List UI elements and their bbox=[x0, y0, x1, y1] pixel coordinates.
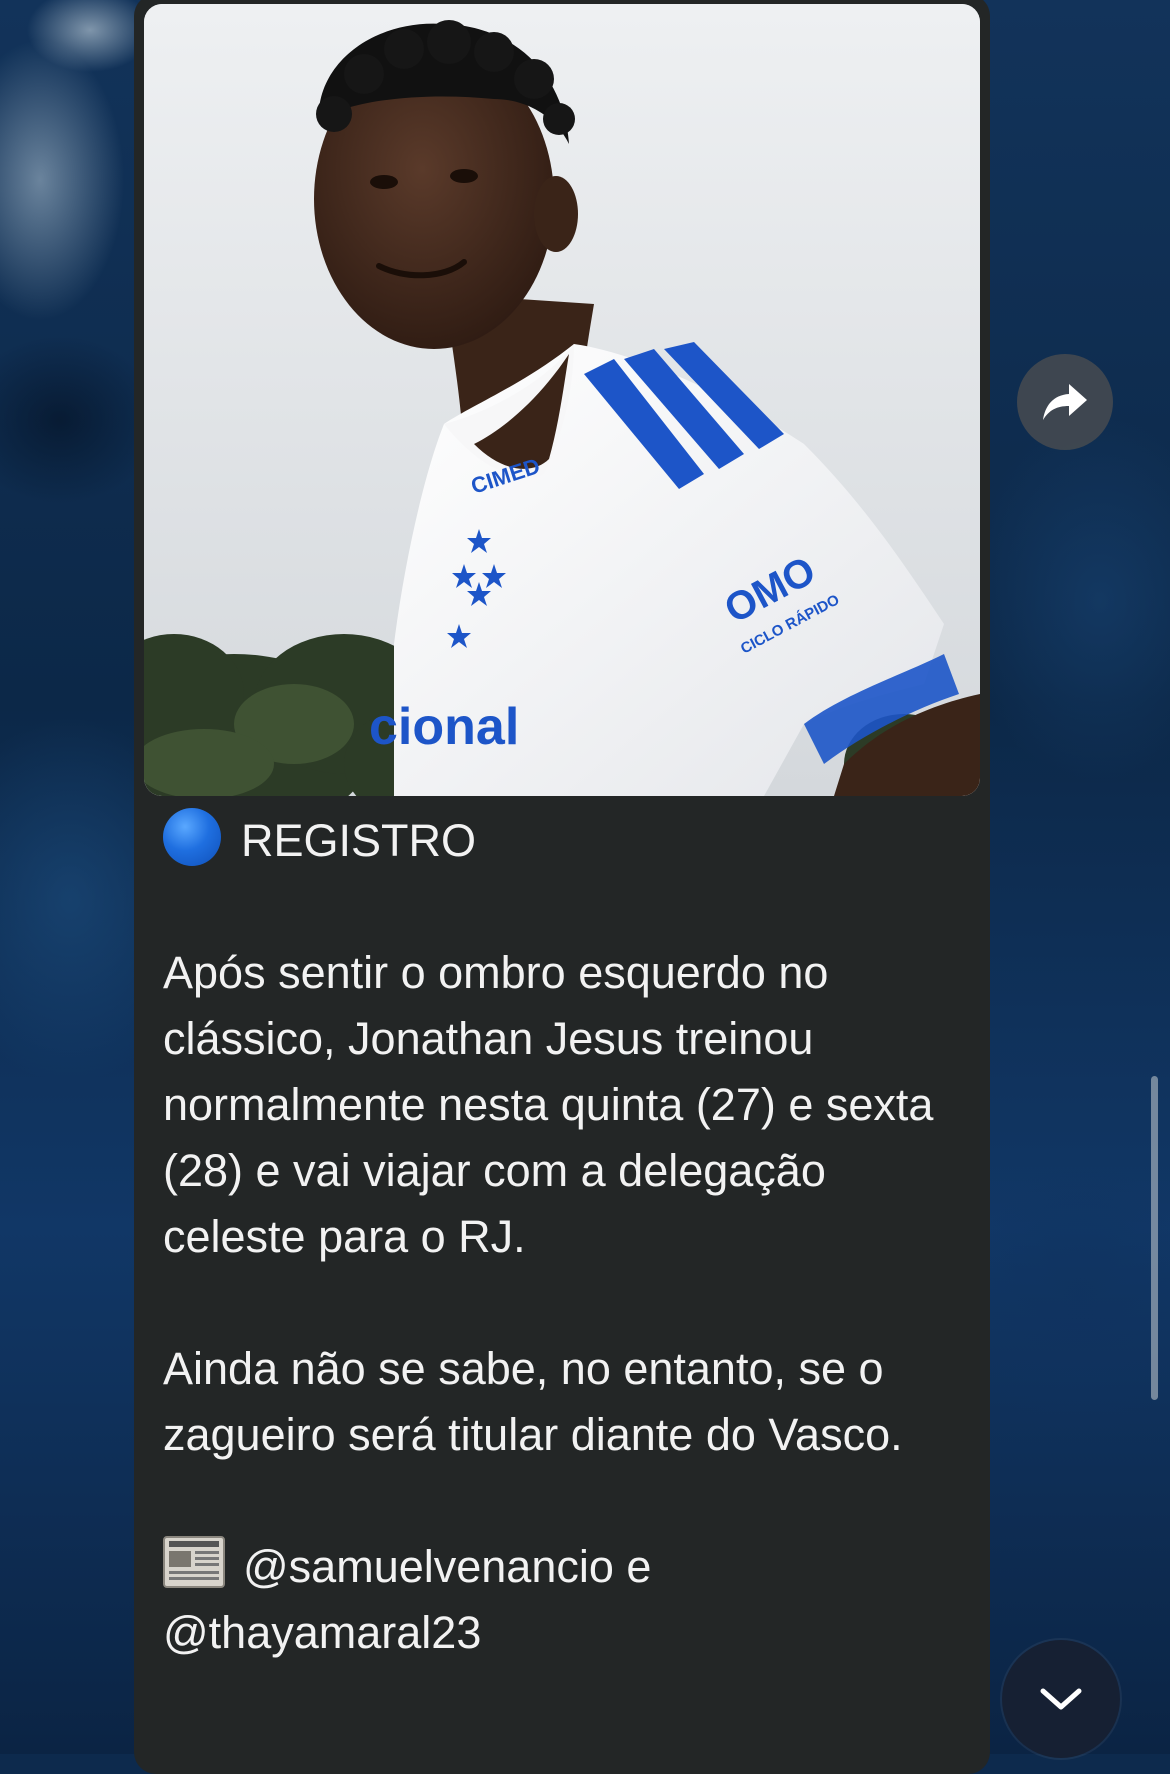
share-arrow-icon bbox=[1043, 384, 1087, 420]
message-caption: REGISTRO Após sentir o ombro esquerdo no… bbox=[163, 808, 963, 1666]
message-photo[interactable]: CIMED cional OMO CICLO RÁPIDO bbox=[144, 4, 980, 796]
message-bubble[interactable]: CIMED cional OMO CICLO RÁPIDO REGISTRO A… bbox=[134, 0, 990, 1774]
credits-mention-1[interactable]: @samuelvenancio e bbox=[243, 1541, 651, 1592]
scroll-down-button[interactable] bbox=[1002, 1640, 1120, 1758]
caption-paragraph: Após sentir o ombro esquerdo no clássico… bbox=[163, 947, 934, 1262]
credits-mention-2[interactable]: @thayamaral23 bbox=[163, 1607, 481, 1658]
share-button[interactable] bbox=[1017, 354, 1113, 450]
caption-tag: REGISTRO bbox=[241, 815, 477, 866]
jersey-front-text: cional bbox=[369, 698, 519, 756]
scrollbar[interactable] bbox=[1151, 1076, 1158, 1400]
blue-circle-icon bbox=[163, 808, 221, 866]
newspaper-icon bbox=[163, 1536, 225, 1588]
caption-credits: @samuelvenancio e @thayamaral23 bbox=[163, 1534, 963, 1666]
chevron-down-icon bbox=[1040, 1688, 1082, 1710]
caption-tag-line: REGISTRO bbox=[163, 808, 963, 874]
caption-paragraph: Ainda não se sabe, no entanto, se o zagu… bbox=[163, 1343, 903, 1460]
